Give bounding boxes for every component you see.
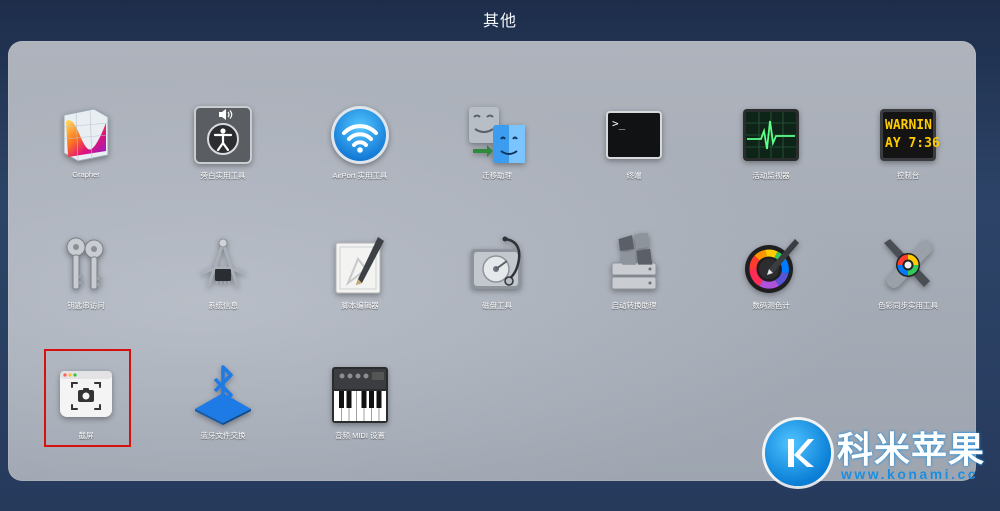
watermark-url-text: www.konami.cc [841, 466, 979, 482]
bluetooth-icon [195, 365, 251, 425]
app-label: 色彩同步实用工具 [878, 301, 938, 310]
app-label: 迁移助理 [482, 171, 512, 180]
app-label: 控制台 [896, 171, 920, 180]
console-icon: WARNIN AY 7:36 [880, 109, 940, 161]
app-script-editor[interactable]: 脚本编辑器 [295, 233, 425, 333]
app-migration-assistant[interactable]: 迁移助理 [432, 103, 562, 203]
app-terminal[interactable]: >_ 终端 [569, 103, 699, 203]
boot-camp-icon [611, 233, 657, 290]
app-bluetooth-file-exchange[interactable]: 蓝牙文件交换 [158, 363, 288, 463]
app-colorsync-utility[interactable]: 色彩同步实用工具 [843, 233, 973, 333]
highlight-box [44, 349, 131, 447]
app-boot-camp-assistant[interactable]: 启动转换助理 [569, 233, 699, 333]
k-logo-icon [788, 439, 814, 467]
migration-icon [469, 107, 525, 163]
terminal-prompt-text: >_ [612, 117, 626, 130]
accessibility-icon [194, 106, 252, 164]
app-label: 磁盘工具 [482, 301, 512, 310]
script-editor-icon [335, 237, 384, 294]
calipers-icon [201, 238, 245, 287]
wifi-icon [331, 106, 389, 164]
app-voiceover-utility[interactable]: 旁白实用工具 [158, 103, 288, 203]
grapher-icon [63, 108, 109, 162]
watermark-logo [765, 420, 831, 486]
color-meter-icon [745, 239, 799, 293]
app-system-information[interactable]: 系统信息 [158, 233, 288, 333]
console-icon-line2: AY 7:36 [885, 136, 940, 151]
app-label: 音频 MIDI 设置 [335, 431, 385, 440]
app-console[interactable]: WARNIN AY 7:36 控制台 [843, 103, 973, 203]
app-label: 终端 [626, 171, 642, 180]
piano-keyboard-icon [332, 367, 388, 423]
app-label: Grapher [72, 170, 100, 179]
app-label: 数码测色计 [752, 301, 790, 310]
app-activity-monitor[interactable]: 活动监视器 [706, 103, 836, 203]
launchpad-folder-panel: Grapher 旁白实用工具 AirPort 实用工具 迁移助理 >_ 终端 活… [8, 41, 976, 481]
app-digital-color-meter[interactable]: 数码测色计 [706, 233, 836, 333]
app-label: 蓝牙文件交换 [200, 431, 246, 440]
app-label: 系统信息 [208, 301, 238, 310]
app-airport-utility[interactable]: AirPort 实用工具 [295, 103, 425, 203]
app-label: 旁白实用工具 [200, 171, 246, 180]
app-label: AirPort 实用工具 [332, 171, 388, 180]
app-label: 钥匙串访问 [67, 301, 105, 310]
app-label: 启动转换助理 [611, 301, 657, 310]
terminal-icon: >_ [606, 111, 662, 159]
app-audio-midi-setup[interactable]: 音频 MIDI 设置 [295, 363, 425, 463]
app-label: 活动监视器 [752, 171, 790, 180]
activity-monitor-icon [743, 109, 799, 161]
app-disk-utility[interactable]: 磁盘工具 [432, 233, 562, 333]
app-grapher[interactable]: Grapher [21, 103, 151, 203]
disk-stethoscope-icon [471, 236, 521, 289]
app-keychain-access[interactable]: 钥匙串访问 [21, 233, 151, 333]
colorsync-icon [884, 239, 932, 288]
folder-title[interactable]: 其他 [0, 9, 1000, 35]
app-label: 脚本编辑器 [341, 301, 379, 310]
console-icon-line1: WARNIN [885, 118, 932, 133]
watermark: 科米苹果 www.konami.cc [765, 418, 995, 488]
keys-icon [66, 237, 104, 290]
